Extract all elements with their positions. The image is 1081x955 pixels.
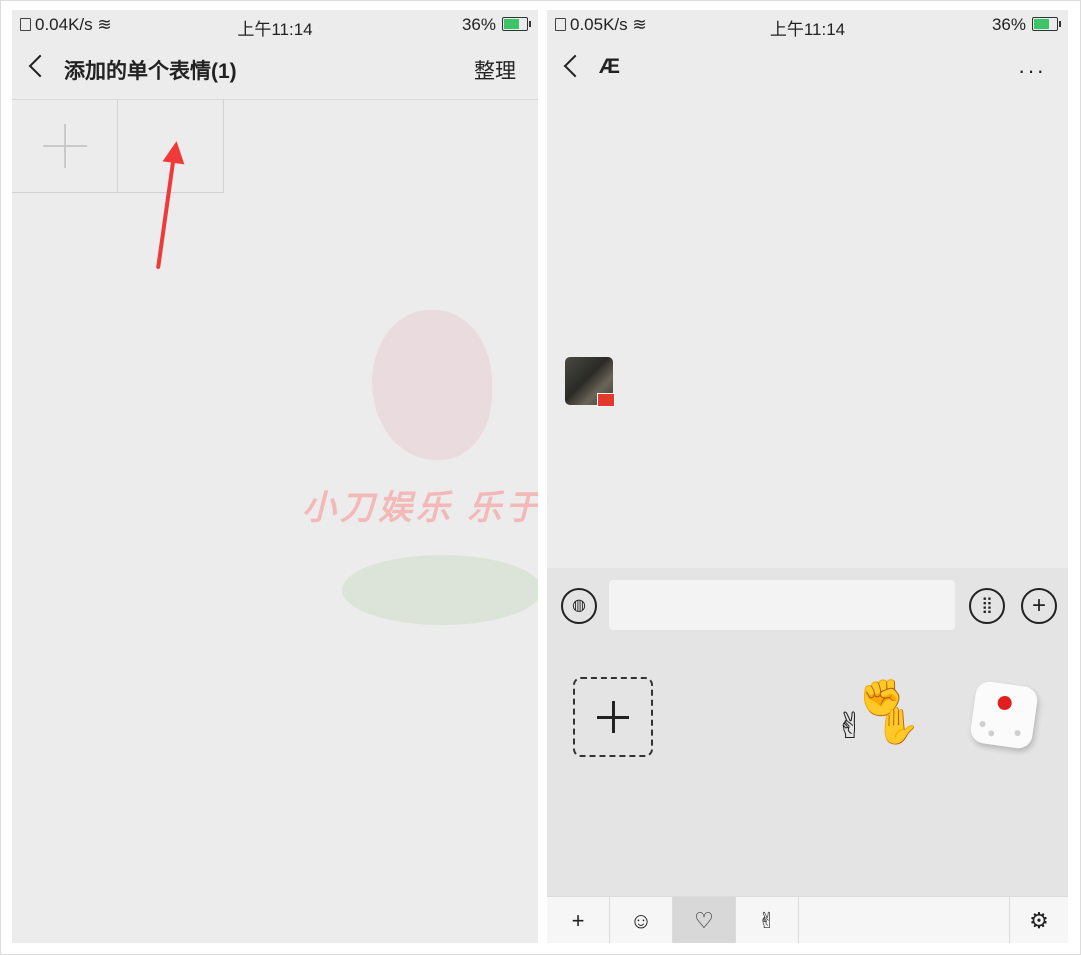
- dice-pip: [1014, 729, 1022, 737]
- sticker-panel: ✊ ✌ ✋: [547, 650, 1068, 896]
- dice-pip: [987, 730, 995, 737]
- input-bar: ◍ ⣿ +: [547, 568, 1068, 650]
- battery-icon: [502, 17, 531, 31]
- settings-gear-icon[interactable]: ⚙: [1009, 897, 1068, 943]
- battery-percent: 36%: [461, 15, 496, 34]
- scissors-hand-icon: ✌: [835, 705, 866, 746]
- battery-status: 36%: [991, 15, 1061, 35]
- dice-icon[interactable]: [968, 679, 1040, 751]
- tab-favorite-icon[interactable]: ♡: [673, 897, 736, 943]
- more-icon[interactable]: ···: [1018, 58, 1046, 84]
- status-time: 上午11:14: [237, 20, 313, 39]
- battery-percent: 36%: [991, 15, 1026, 34]
- add-more-icon[interactable]: +: [1021, 588, 1057, 624]
- voice-icon[interactable]: ◍: [561, 588, 597, 624]
- page-title: 添加的单个表情(1): [64, 60, 237, 83]
- chat-title: Æ: [599, 55, 620, 78]
- avatar[interactable]: [565, 357, 615, 407]
- sticker-tab-bar: + ☺ ♡ ✌ ⚙: [547, 896, 1068, 943]
- flag-icon: [597, 393, 615, 407]
- status-bar: 0.05K/s ≋ 上午11:14 36%: [547, 10, 1068, 40]
- watermark-splash: [372, 310, 492, 460]
- watermark-text: 小刀娱乐 乐于分享: [302, 489, 538, 527]
- watermark-splash-green: [342, 555, 538, 625]
- paper-hand-icon: ✋: [875, 705, 920, 746]
- add-custom-sticker-button[interactable]: [573, 677, 653, 757]
- dice-pip: [979, 720, 986, 728]
- back-icon[interactable]: [563, 54, 587, 78]
- tab-add-icon[interactable]: +: [547, 897, 610, 943]
- nav-bar: Æ ···: [547, 40, 1068, 99]
- organize-button[interactable]: 整理: [474, 55, 516, 85]
- status-bar: 0.04K/s ≋ 上午11:14 36%: [12, 10, 538, 40]
- message-input[interactable]: [609, 580, 955, 630]
- keyboard-icon[interactable]: ⣿: [969, 588, 1005, 624]
- sticker-manager-screen: 0.04K/s ≋ 上午11:14 36% 添加的单个表情(1) 整理 小刀娱乐…: [12, 10, 538, 943]
- battery-icon: [1032, 17, 1061, 31]
- tab-gesture-icon[interactable]: ✌: [736, 897, 799, 943]
- battery-status: 36%: [461, 15, 531, 35]
- chat-screen: 0.05K/s ≋ 上午11:14 36% Æ ··· ◍ ⣿ + ✊ ✌ ✋ …: [547, 10, 1068, 943]
- nav-bar: 添加的单个表情(1) 整理: [12, 40, 538, 99]
- status-time: 上午11:14: [769, 20, 846, 39]
- tab-emoji-icon[interactable]: ☺: [610, 897, 673, 943]
- add-sticker-cell[interactable]: [12, 100, 118, 193]
- back-icon[interactable]: [28, 54, 52, 78]
